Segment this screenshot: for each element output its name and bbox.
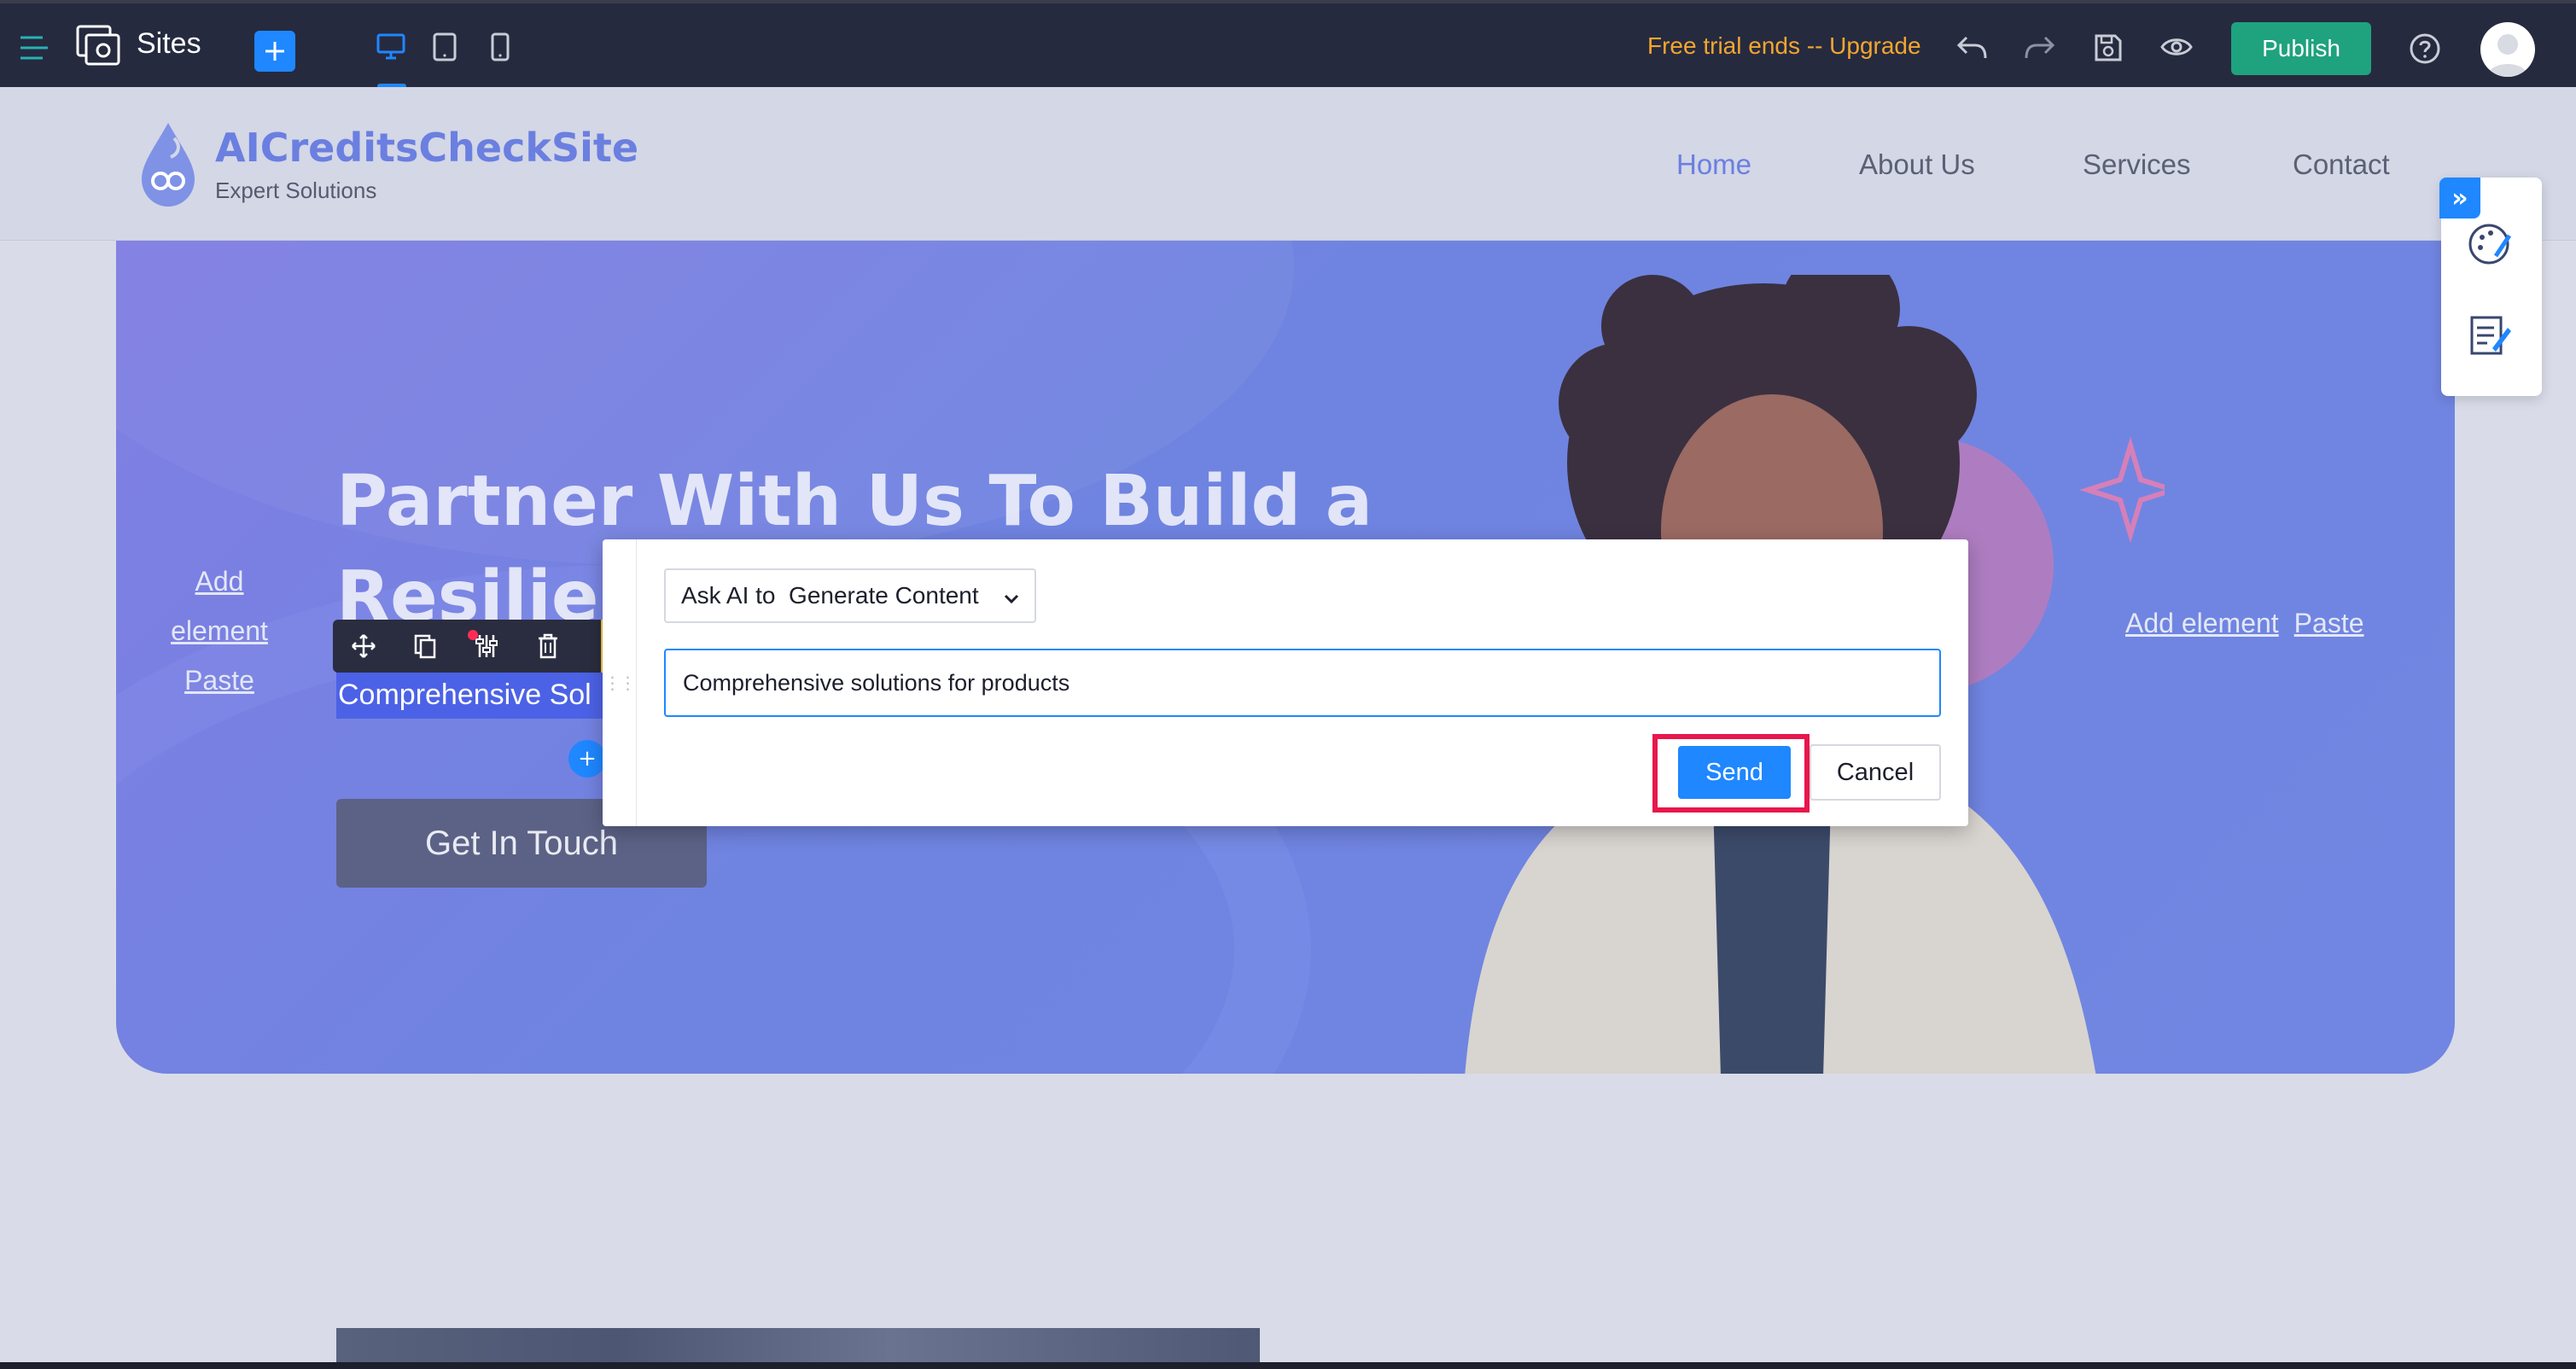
nav-home[interactable]: Home xyxy=(1676,149,1751,181)
site-brand[interactable]: AICreditsCheckSite xyxy=(215,125,638,171)
element-link[interactable]: element xyxy=(147,606,292,655)
undo-icon[interactable] xyxy=(1955,32,1989,61)
headline-line-1: Partner With Us To Build a xyxy=(336,461,1373,542)
element-toolbar xyxy=(333,620,627,673)
trial-upgrade-link[interactable]: Free trial ends -- Upgrade xyxy=(1647,32,1921,60)
delete-icon[interactable] xyxy=(517,620,579,673)
paste-link[interactable]: Paste xyxy=(147,655,292,705)
tablet-icon[interactable] xyxy=(432,32,458,61)
notification-dot xyxy=(468,630,478,640)
nav-services[interactable]: Services xyxy=(2083,149,2191,181)
move-icon[interactable] xyxy=(333,620,394,673)
help-icon[interactable] xyxy=(2409,32,2441,65)
section-image-preview xyxy=(336,1328,1260,1362)
site-tagline: Expert Solutions xyxy=(215,178,377,203)
redo-icon[interactable] xyxy=(2023,32,2057,61)
add-element-right[interactable]: Add element Paste xyxy=(2125,608,2380,639)
expand-panel-icon[interactable]: » xyxy=(2439,178,2480,218)
paste-link[interactable]: Paste xyxy=(2294,608,2364,638)
ai-mode-select[interactable]: Ask AI to Generate Content xyxy=(664,568,1036,623)
edit-content-icon[interactable] xyxy=(2467,312,2515,360)
ai-generate-dialog: ⋮⋮ Ask AI to Generate Content Send Cance… xyxy=(603,539,1968,826)
settings-sliders-icon[interactable] xyxy=(456,620,517,673)
duplicate-icon[interactable] xyxy=(394,620,456,673)
preview-icon[interactable] xyxy=(2159,34,2194,60)
add-below-button[interactable]: + xyxy=(568,740,606,778)
add-element-link[interactable]: Add element xyxy=(2125,608,2279,638)
ai-mode-label: Ask AI to Generate Content xyxy=(681,582,979,609)
editor-topbar: Sites Free trial ends -- Upgrade Publish xyxy=(0,0,2576,89)
chevron-down-icon xyxy=(1002,587,1021,615)
site-logo-icon xyxy=(137,119,200,213)
nav-about-us[interactable]: About Us xyxy=(1859,149,1975,181)
nav-contact[interactable]: Contact xyxy=(2293,149,2390,181)
app-name: Sites xyxy=(137,27,201,60)
sites-logo-icon xyxy=(75,24,123,70)
site-header: AICreditsCheckSite Expert Solutions Home… xyxy=(0,87,2576,241)
publish-button[interactable]: Publish xyxy=(2231,22,2371,75)
desktop-icon[interactable] xyxy=(376,32,406,61)
design-palette-icon[interactable] xyxy=(2465,218,2516,270)
add-link[interactable]: Add xyxy=(147,556,292,606)
cancel-button[interactable]: Cancel xyxy=(1810,744,1941,801)
add-element-left[interactable]: Add element Paste xyxy=(147,556,292,705)
hero-subtitle-selected[interactable]: Comprehensive Sol xyxy=(336,671,627,719)
avatar[interactable] xyxy=(2480,22,2535,77)
send-button[interactable]: Send xyxy=(1678,746,1791,799)
save-icon[interactable] xyxy=(2093,32,2124,63)
drag-handle-icon[interactable]: ⋮⋮ xyxy=(603,539,637,826)
menu-icon[interactable] xyxy=(17,32,51,63)
mobile-icon[interactable] xyxy=(490,32,510,61)
add-button[interactable] xyxy=(254,31,295,72)
ai-prompt-input[interactable] xyxy=(664,649,1941,717)
